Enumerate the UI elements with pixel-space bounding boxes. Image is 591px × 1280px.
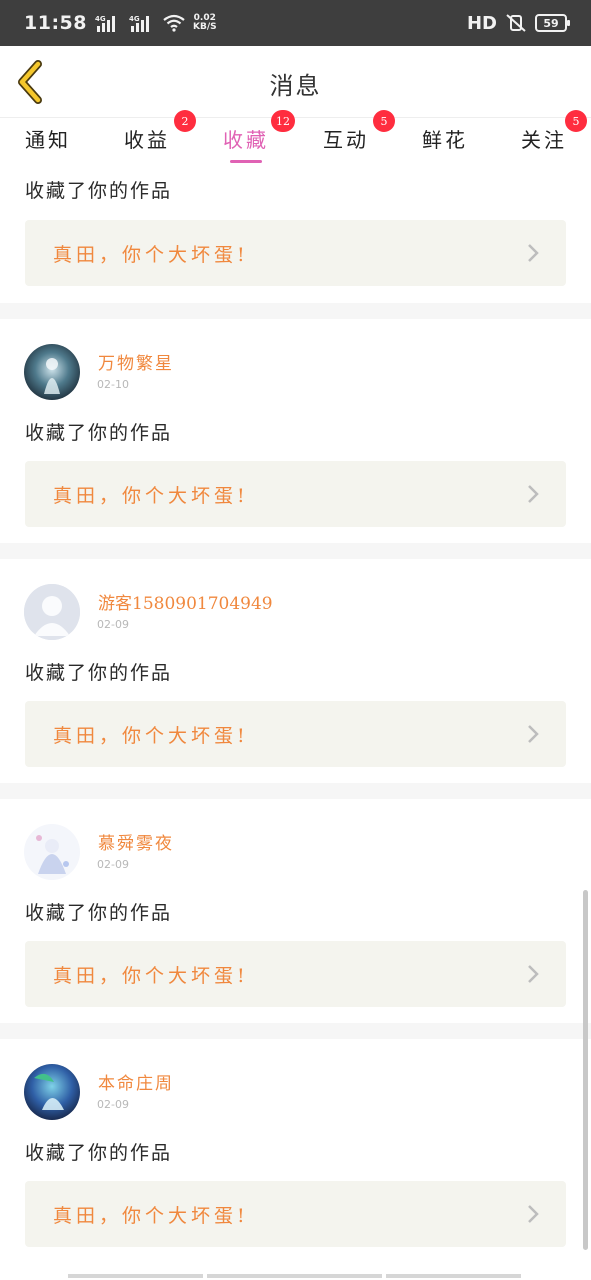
tab-flowers[interactable]: 鲜花 bbox=[422, 124, 468, 153]
username[interactable]: 游客1580901704949 bbox=[98, 589, 273, 614]
list-item: 本命庄周 02-09 收藏了你的作品 真田，你个大坏蛋! bbox=[0, 1039, 591, 1280]
anime-avatar-blue-icon bbox=[24, 1064, 80, 1120]
svg-text:4G: 4G bbox=[129, 15, 140, 23]
tab-earnings[interactable]: 收益 2 bbox=[124, 110, 196, 153]
username[interactable]: 慕舜雾夜 bbox=[98, 829, 174, 854]
tab-interactions[interactable]: 互动 5 bbox=[323, 110, 395, 153]
anime-avatar-light-icon bbox=[24, 824, 80, 880]
work-title: 真田，你个大坏蛋! bbox=[53, 244, 249, 266]
avatar[interactable] bbox=[24, 344, 80, 400]
username[interactable]: 本命庄周 bbox=[98, 1069, 174, 1094]
action-text: 收藏了你的作品 bbox=[25, 180, 173, 202]
action-text: 收藏了你的作品 bbox=[25, 662, 173, 684]
avatar[interactable] bbox=[24, 584, 80, 640]
divider bbox=[0, 1023, 591, 1039]
scrollbar[interactable] bbox=[583, 890, 588, 1250]
tab-follows[interactable]: 关注 5 bbox=[521, 110, 587, 153]
work-link[interactable]: 真田，你个大坏蛋! bbox=[25, 701, 566, 767]
work-title: 真田，你个大坏蛋! bbox=[53, 965, 249, 987]
work-link[interactable]: 真田，你个大坏蛋! bbox=[25, 941, 566, 1007]
list-item: 慕舜雾夜 02-09 收藏了你的作品 真田，你个大坏蛋! bbox=[0, 799, 591, 1023]
tab-label: 关注 bbox=[521, 128, 567, 152]
status-bar: 11:58 4G 4G 0.02 KB/S HD 59 bbox=[0, 0, 591, 46]
app-header: 消息 bbox=[0, 46, 591, 118]
hd-label: HD bbox=[466, 12, 497, 34]
tab-label: 通知 bbox=[25, 128, 71, 152]
tab-label: 鲜花 bbox=[422, 128, 468, 152]
avatar[interactable] bbox=[24, 1064, 80, 1120]
tab-favorites[interactable]: 收藏 12 bbox=[223, 110, 295, 153]
work-title: 真田，你个大坏蛋! bbox=[53, 1205, 249, 1227]
tab-notifications[interactable]: 通知 bbox=[25, 124, 71, 153]
action-text: 收藏了你的作品 bbox=[25, 1142, 173, 1164]
signal-4g-icon-2: 4G bbox=[129, 15, 149, 32]
unread-badge: 12 bbox=[271, 110, 295, 132]
status-time: 11:58 bbox=[24, 12, 87, 34]
work-link[interactable]: 真田，你个大坏蛋! bbox=[25, 1181, 566, 1247]
chevron-right-icon bbox=[528, 485, 539, 503]
battery-icon: 59 bbox=[535, 14, 570, 32]
divider bbox=[0, 783, 591, 799]
active-tab-indicator bbox=[230, 160, 262, 163]
list-item: 万物繁星 02-10 收藏了你的作品 真田，你个大坏蛋! bbox=[0, 319, 591, 543]
chevron-right-icon bbox=[528, 725, 539, 743]
action-text: 收藏了你的作品 bbox=[25, 902, 173, 924]
page-title: 消息 bbox=[269, 72, 322, 100]
mute-vibrate-icon bbox=[506, 14, 526, 32]
timestamp: 02-10 bbox=[97, 378, 129, 391]
timestamp: 02-09 bbox=[97, 618, 129, 631]
net-speed: 0.02 KB/S bbox=[193, 14, 217, 32]
unread-badge: 5 bbox=[565, 110, 587, 132]
list-item: 收藏了你的作品 真田，你个大坏蛋! bbox=[0, 168, 591, 303]
divider bbox=[0, 543, 591, 559]
battery-level: 59 bbox=[543, 16, 559, 30]
bottom-divider bbox=[0, 1274, 591, 1280]
svg-text:4G: 4G bbox=[95, 15, 106, 23]
unread-badge: 2 bbox=[174, 110, 196, 132]
tab-label: 收益 bbox=[124, 128, 170, 152]
work-link[interactable]: 真田，你个大坏蛋! bbox=[25, 220, 566, 286]
chevron-right-icon bbox=[528, 965, 539, 983]
divider bbox=[0, 303, 591, 319]
wifi-icon bbox=[163, 14, 185, 32]
tab-label: 收藏 bbox=[223, 128, 269, 152]
username[interactable]: 万物繁星 bbox=[98, 349, 174, 374]
timestamp: 02-09 bbox=[97, 1098, 129, 1111]
message-list[interactable]: 收藏了你的作品 真田，你个大坏蛋! 万物繁星 02-10 收藏了你的作品 真田，… bbox=[0, 168, 591, 1280]
work-title: 真田，你个大坏蛋! bbox=[53, 725, 249, 747]
signal-4g-icon: 4G bbox=[95, 15, 115, 32]
timestamp: 02-09 bbox=[97, 858, 129, 871]
net-speed-unit: KB/S bbox=[192, 22, 217, 32]
work-link[interactable]: 真田，你个大坏蛋! bbox=[25, 461, 566, 527]
tab-label: 互动 bbox=[323, 128, 369, 152]
unread-badge: 5 bbox=[373, 110, 395, 132]
default-user-avatar-icon bbox=[24, 584, 80, 640]
list-item: 游客1580901704949 02-09 收藏了你的作品 真田，你个大坏蛋! bbox=[0, 559, 591, 783]
action-text: 收藏了你的作品 bbox=[25, 422, 173, 444]
avatar[interactable] bbox=[24, 824, 80, 880]
tab-bar: 通知 收益 2 收藏 12 互动 5 鲜花 关注 5 bbox=[0, 110, 591, 168]
work-title: 真田，你个大坏蛋! bbox=[53, 485, 249, 507]
anime-avatar-dark-icon bbox=[24, 344, 80, 400]
chevron-right-icon bbox=[528, 244, 539, 262]
chevron-right-icon bbox=[528, 1205, 539, 1223]
